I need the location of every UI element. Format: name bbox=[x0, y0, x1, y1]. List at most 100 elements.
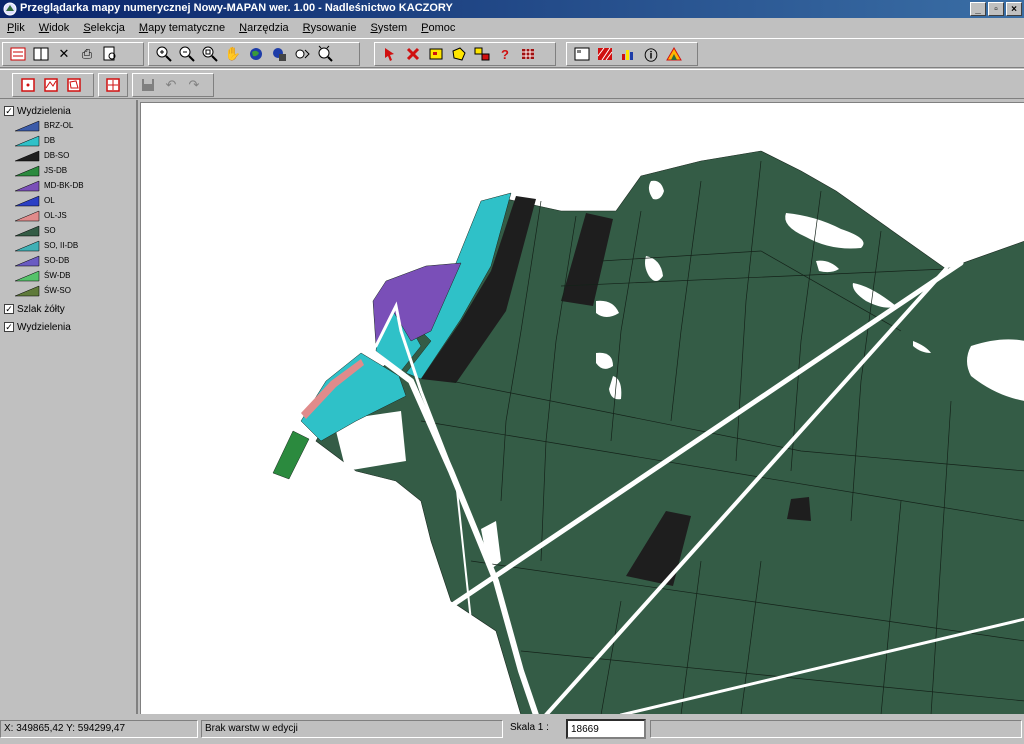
print-preview-button[interactable] bbox=[99, 43, 121, 65]
redo-button[interactable]: ↷ bbox=[183, 74, 205, 96]
globe-button[interactable] bbox=[245, 43, 267, 65]
layers-button[interactable] bbox=[7, 43, 29, 65]
zoom-out-icon bbox=[179, 46, 195, 62]
polygon-icon bbox=[67, 78, 81, 92]
zoom-out-button[interactable] bbox=[176, 43, 198, 65]
legend-item[interactable]: DB-SO bbox=[0, 148, 136, 163]
save-button[interactable] bbox=[137, 74, 159, 96]
redo-icon: ↷ bbox=[188, 77, 200, 92]
map-svg bbox=[272, 150, 1024, 714]
query-button[interactable]: ? bbox=[494, 43, 516, 65]
toolbar-group-save: ↶ ↷ bbox=[132, 73, 214, 97]
globe-layers-button[interactable] bbox=[268, 43, 290, 65]
legend-item[interactable]: ŚW-SO bbox=[0, 283, 136, 298]
select-arrow-button[interactable] bbox=[379, 43, 401, 65]
legend-item[interactable]: SO, II-DB bbox=[0, 238, 136, 253]
select-multi-button[interactable] bbox=[471, 43, 493, 65]
zoom-previous-button[interactable] bbox=[291, 43, 313, 65]
deselect-icon bbox=[406, 47, 420, 61]
legend-item[interactable]: BRZ-OL bbox=[0, 118, 136, 133]
move-button[interactable] bbox=[103, 74, 123, 96]
save-icon bbox=[142, 79, 154, 91]
app-icon bbox=[3, 2, 17, 16]
close-button[interactable]: × bbox=[1006, 2, 1022, 16]
menu-widok[interactable]: Widok bbox=[32, 22, 77, 34]
legend-button[interactable] bbox=[571, 43, 593, 65]
menu-rysowanie[interactable]: Rysowanie bbox=[296, 22, 364, 34]
legend-item[interactable]: OL-JS bbox=[0, 208, 136, 223]
legend-swatch bbox=[14, 180, 40, 191]
legend-item[interactable]: MD-BK-DB bbox=[0, 178, 136, 193]
legend-item[interactable]: JS-DB bbox=[0, 163, 136, 178]
zoom-extent-icon bbox=[202, 46, 218, 62]
menu-mapy-tematyczne[interactable]: Mapy tematyczne bbox=[132, 22, 232, 34]
layer-group-wydzielenia-2[interactable]: ✓ Wydzielenia bbox=[0, 320, 136, 334]
terrain-icon bbox=[666, 47, 682, 61]
delete-button[interactable]: ✕ bbox=[53, 43, 75, 65]
legend-label: MD-BK-DB bbox=[44, 181, 84, 190]
legend-label: JS-DB bbox=[44, 166, 68, 175]
edit-layer-status: Brak warstw w edycji bbox=[201, 720, 503, 738]
select-polygon-icon bbox=[452, 47, 466, 61]
find-button[interactable] bbox=[314, 43, 336, 65]
select-rect-icon bbox=[429, 48, 443, 60]
columns-button[interactable] bbox=[30, 43, 52, 65]
legend-label: ŚW-SO bbox=[44, 286, 71, 295]
select-rect-button[interactable] bbox=[425, 43, 447, 65]
legend-swatch bbox=[14, 285, 40, 296]
zoom-extent-button[interactable] bbox=[199, 43, 221, 65]
title-bar[interactable]: Przeglądarka mapy numerycznej Nowy-MAPAN… bbox=[0, 0, 1024, 18]
print-button[interactable]: ⎙ bbox=[76, 43, 98, 65]
layer-checkbox-wydzielenia-2[interactable]: ✓ bbox=[4, 322, 14, 332]
window-title: Przeglądarka mapy numerycznej Nowy-MAPAN… bbox=[20, 2, 453, 14]
minimize-button[interactable]: _ bbox=[970, 2, 986, 16]
layer-group-szlak[interactable]: ✓ Szlak żółty bbox=[0, 302, 136, 316]
chart-button[interactable] bbox=[617, 43, 639, 65]
info-icon: ⓘ bbox=[644, 47, 658, 63]
maximize-button[interactable]: ▫ bbox=[988, 2, 1004, 16]
legend-item[interactable]: DB bbox=[0, 133, 136, 148]
menu-selekcja[interactable]: Selekcja bbox=[76, 22, 132, 34]
map-canvas[interactable] bbox=[140, 102, 1024, 714]
layer-checkbox-szlak[interactable]: ✓ bbox=[4, 304, 14, 314]
menu-pomoc[interactable]: Pomoc bbox=[414, 22, 462, 34]
deselect-button[interactable] bbox=[402, 43, 424, 65]
toolbar-group-zoom: ✋ bbox=[148, 42, 360, 66]
legend-icon bbox=[574, 47, 590, 61]
select-polygon-button[interactable] bbox=[448, 43, 470, 65]
terrain-button[interactable] bbox=[663, 43, 685, 65]
draw-polygon-button[interactable] bbox=[63, 74, 85, 96]
layer-label: Wydzielenia bbox=[17, 105, 71, 117]
info-button[interactable]: ⓘ bbox=[640, 43, 662, 65]
legend-item[interactable]: SO-DB bbox=[0, 253, 136, 268]
legend-label: DB bbox=[44, 136, 56, 145]
undo-button[interactable]: ↶ bbox=[160, 74, 182, 96]
legend-item[interactable]: OL bbox=[0, 193, 136, 208]
forest-polygon-main[interactable] bbox=[315, 150, 1024, 714]
legend-item[interactable]: ŚW-DB bbox=[0, 268, 136, 283]
print-preview-icon bbox=[103, 46, 116, 61]
menu-plik[interactable]: Plik bbox=[0, 22, 32, 34]
query-icon: ? bbox=[501, 46, 509, 62]
menu-system[interactable]: System bbox=[363, 22, 414, 34]
draw-point-button[interactable] bbox=[17, 74, 39, 96]
legend-label: BRZ-OL bbox=[44, 121, 74, 130]
layer-group-wydzielenia[interactable]: ✓ Wydzielenia bbox=[0, 104, 136, 118]
columns-icon bbox=[33, 47, 49, 61]
draw-line-button[interactable] bbox=[40, 74, 62, 96]
selection-pattern-button[interactable] bbox=[517, 43, 539, 65]
bar-chart-icon bbox=[622, 50, 633, 60]
menu-narzedzia[interactable]: Narzędzia bbox=[232, 22, 296, 34]
toolbar-group-file: ✕ ⎙ bbox=[2, 42, 144, 66]
print-icon: ⎙ bbox=[81, 46, 93, 61]
legend-swatch bbox=[14, 255, 40, 266]
hatch-button[interactable] bbox=[594, 43, 616, 65]
pan-button[interactable]: ✋ bbox=[222, 43, 244, 65]
stand-js-db[interactable] bbox=[272, 430, 310, 480]
undo-icon: ↶ bbox=[165, 77, 177, 92]
layer-checkbox-wydzielenia[interactable]: ✓ bbox=[4, 106, 14, 116]
scale-input[interactable] bbox=[566, 719, 646, 739]
zoom-in-button[interactable] bbox=[153, 43, 175, 65]
legend-item[interactable]: SO bbox=[0, 223, 136, 238]
delete-icon: ✕ bbox=[58, 46, 70, 61]
